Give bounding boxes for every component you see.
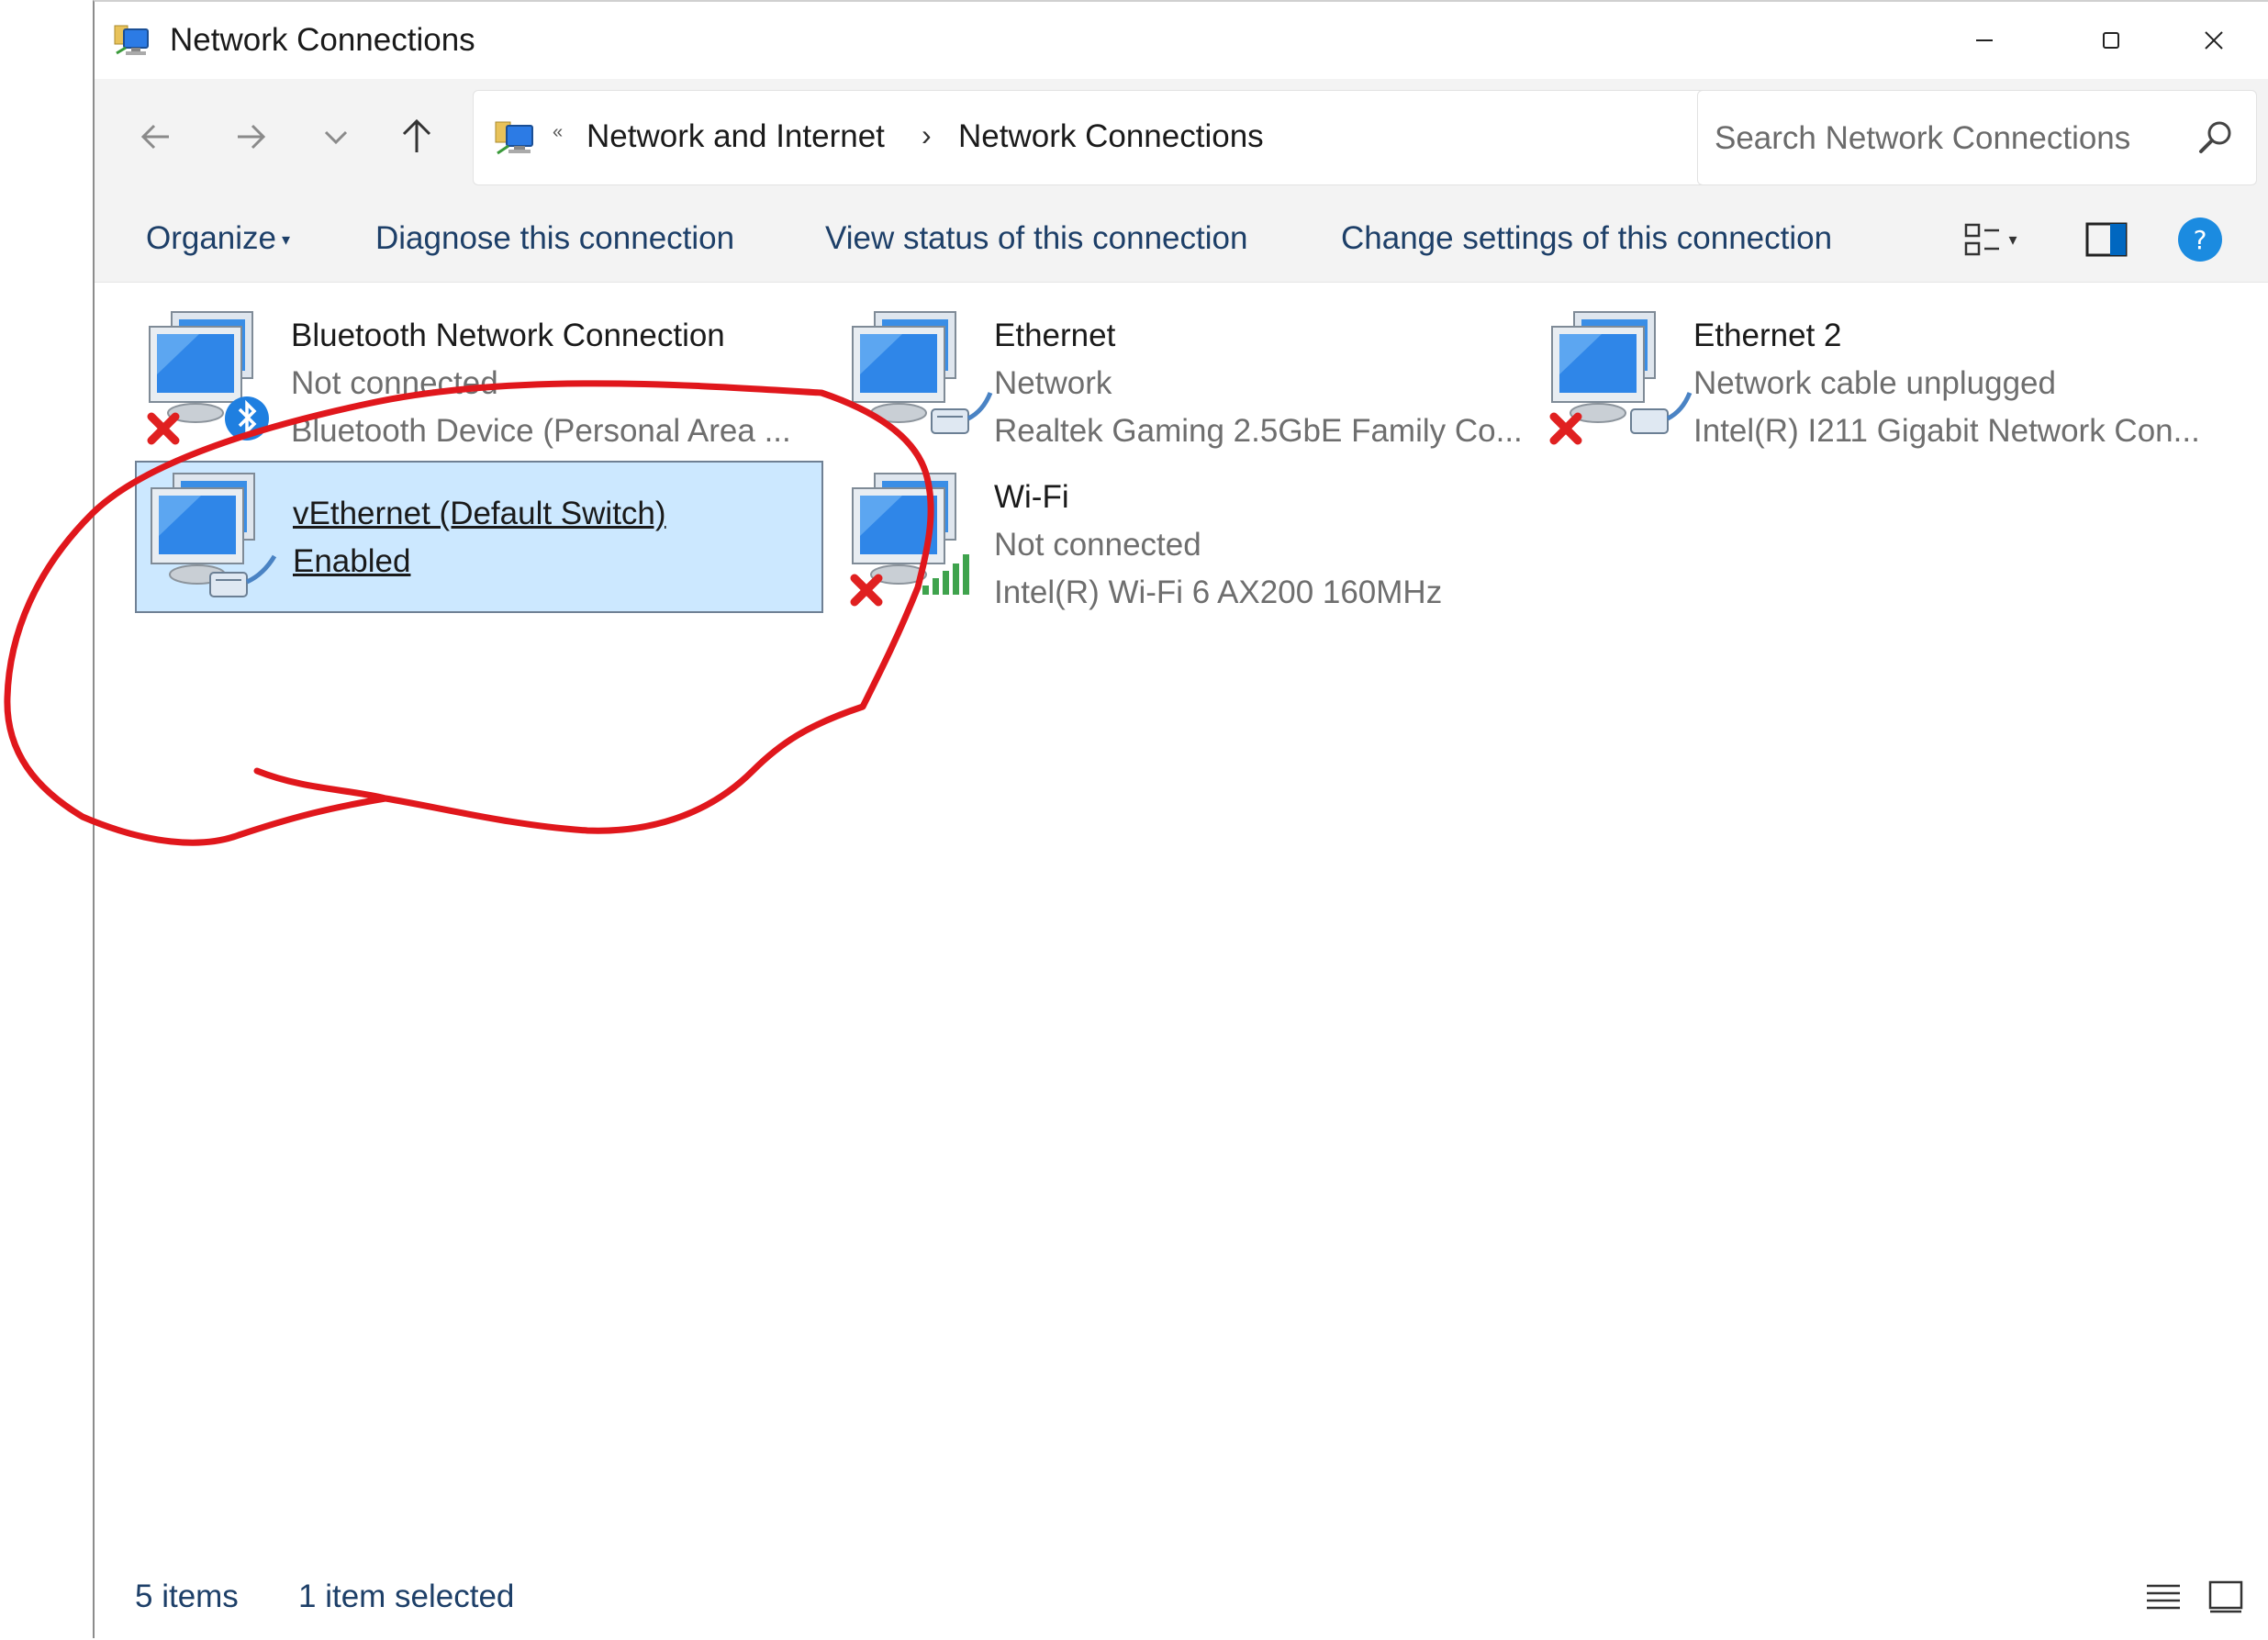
- caret-down-icon: ▾: [282, 230, 291, 250]
- large-icons-view-icon[interactable]: [2206, 1577, 2246, 1617]
- breadcrumb-network-and-internet[interactable]: Network and Internet: [587, 118, 885, 155]
- ethernet-icon: [852, 311, 993, 434]
- connection-name: Wi-Fi: [994, 479, 1069, 515]
- arrow-up-icon: [402, 118, 431, 152]
- connection-item-wifi[interactable]: Wi-Fi Not connected Intel(R) Wi-Fi 6 AX2…: [838, 463, 1526, 615]
- ethernet-icon: [1549, 311, 1693, 445]
- status-bar: 5 items 1 item selected: [95, 1549, 2268, 1640]
- breadcrumb-network-connections[interactable]: Network Connections: [958, 118, 1264, 155]
- selection-count: 1 item selected: [298, 1579, 515, 1614]
- connections-list: Bluetooth Network Connection Not connect…: [95, 283, 2268, 1549]
- close-button[interactable]: [2151, 2, 2268, 79]
- chevron-down-icon: [324, 130, 348, 145]
- ethernet-icon: [151, 473, 277, 597]
- arrow-left-icon: [140, 124, 169, 150]
- address-bar[interactable]: « Network and Internet › Network Connect…: [473, 90, 2016, 185]
- organize-label: Organize: [146, 220, 277, 256]
- search-input[interactable]: [1713, 113, 2172, 164]
- view-status-button[interactable]: View status of this connection: [825, 220, 1247, 257]
- caret-down-icon: ▾: [2008, 229, 2017, 249]
- connection-item-ethernet-2[interactable]: Ethernet 2 Network cable unplugged Intel…: [1537, 301, 2226, 453]
- diagnose-connection-button[interactable]: Diagnose this connection: [375, 220, 734, 257]
- view-options-icon: [1965, 223, 2000, 256]
- change-settings-button[interactable]: Change settings of this connection: [1341, 220, 1832, 257]
- command-bar: Organize ▾ Diagnose this connection View …: [95, 195, 2268, 283]
- connection-status: Not connected: [291, 365, 498, 401]
- svg-text:?: ?: [2194, 225, 2207, 255]
- connection-device: Realtek Gaming 2.5GbE Family Co...: [994, 413, 1523, 449]
- help-button[interactable]: ?: [2171, 215, 2229, 264]
- connection-device: Bluetooth Device (Personal Area ...: [291, 413, 791, 449]
- back-button[interactable]: [124, 105, 188, 169]
- minimize-button[interactable]: [1921, 2, 2048, 79]
- connection-item-bluetooth[interactable]: Bluetooth Network Connection Not connect…: [135, 301, 823, 453]
- arrow-right-icon: [238, 124, 266, 150]
- network-connections-window: Network Connections « Network and Intern…: [93, 0, 2268, 1640]
- connection-device: Intel(R) Wi-Fi 6 AX200 160MHz: [994, 575, 1443, 610]
- connection-device: Intel(R) I211 Gigabit Network Con...: [1693, 413, 2200, 449]
- connection-status: Network cable unplugged: [1693, 365, 2056, 401]
- details-view-icon[interactable]: [2143, 1577, 2184, 1617]
- search-box[interactable]: [1697, 90, 2257, 185]
- preview-pane-button[interactable]: [2077, 215, 2136, 264]
- search-icon[interactable]: [2190, 115, 2238, 162]
- change-view-button[interactable]: ▾: [1949, 215, 2031, 264]
- breadcrumb-overflow[interactable]: «: [553, 122, 563, 143]
- window-title: Network Connections: [170, 22, 475, 58]
- connection-status: Not connected: [994, 527, 1201, 563]
- connection-name: vEthernet (Default Switch): [293, 496, 666, 531]
- minimize-icon: [1976, 39, 1993, 41]
- connection-item-vethernet[interactable]: vEthernet (Default Switch) Enabled: [135, 461, 823, 613]
- connection-status: Enabled: [293, 543, 411, 579]
- title-bar[interactable]: Network Connections: [95, 2, 2268, 79]
- close-icon: [2205, 31, 2223, 50]
- maximize-icon: [2103, 32, 2119, 49]
- recent-locations-button[interactable]: [304, 105, 368, 169]
- bluetooth-network-icon: [147, 311, 269, 445]
- connection-name: Ethernet 2: [1693, 318, 1842, 353]
- network-connections-icon: [495, 121, 533, 155]
- up-button[interactable]: [385, 105, 449, 169]
- breadcrumb-chevron[interactable]: ›: [922, 118, 932, 152]
- help-icon: ?: [2178, 218, 2222, 262]
- connection-name: Ethernet: [994, 318, 1116, 353]
- preview-pane-icon: [2085, 222, 2128, 257]
- item-count: 5 items: [135, 1579, 239, 1614]
- wifi-icon: [850, 473, 969, 607]
- forward-button[interactable]: [218, 105, 283, 169]
- organize-button[interactable]: Organize ▾: [146, 220, 290, 257]
- navigation-bar: « Network and Internet › Network Connect…: [95, 79, 2268, 195]
- connection-status: Network: [994, 365, 1112, 401]
- connection-item-ethernet[interactable]: Ethernet Network Realtek Gaming 2.5GbE F…: [838, 301, 1526, 453]
- connection-name: Bluetooth Network Connection: [291, 318, 725, 353]
- network-connections-icon: [114, 25, 149, 55]
